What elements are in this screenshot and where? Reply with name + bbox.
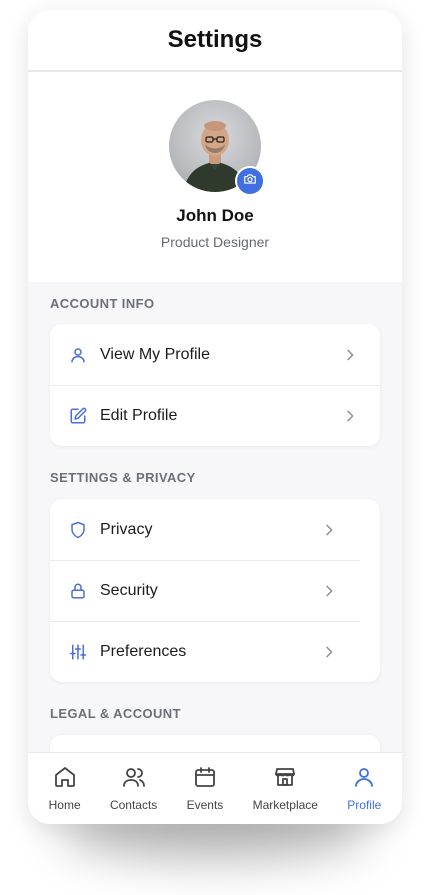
profile-card: John Doe Product Designer [28,72,402,282]
header: Settings [28,10,402,72]
contacts-icon [122,765,146,794]
user-icon [68,345,88,365]
store-icon [273,765,297,794]
preferences-label: Preferences [100,642,187,660]
page-title: Settings [167,26,263,53]
home-icon [53,765,77,794]
tab-home-label: Home [48,798,81,812]
privacy-item[interactable]: Privacy [50,499,380,560]
settings-privacy-card: Privacy Security Preferences [50,499,380,682]
edit-icon [68,406,88,426]
security-label: Security [100,581,158,599]
preferences-item[interactable]: Preferences [50,621,380,682]
section-title-settings-privacy: SETTINGS & PRIVACY [50,470,196,485]
account-info-card: View My Profile Edit Profile [50,324,380,446]
view-my-profile-label: View My Profile [100,345,210,363]
lock-icon [68,581,88,601]
user-role: Product Designer [160,234,270,250]
shield-icon [68,520,88,540]
tab-profile-label: Profile [347,798,382,812]
chevron-right-icon [321,522,337,543]
tab-marketplace[interactable]: Marketplace [253,765,318,812]
tab-contacts-label: Contacts [109,798,158,812]
section-title-account-info: ACCOUNT INFO [50,296,155,311]
edit-profile-label: Edit Profile [100,407,178,424]
user-name: John Doe [176,206,254,225]
camera-icon [243,172,257,191]
chevron-right-icon [321,583,337,604]
tab-marketplace-label: Marketplace [252,798,318,812]
user-icon [352,765,376,794]
security-item[interactable]: Security [50,560,380,621]
chevron-right-icon [342,347,358,368]
chevron-right-icon [342,408,358,429]
bottom-tab-bar: Home Contacts Events Marketplace Profile [28,752,402,824]
section-title-legal-account: LEGAL & ACCOUNT [50,706,181,721]
sliders-icon [68,642,88,662]
chevron-right-icon [321,644,337,665]
tab-events-label: Events [186,798,224,812]
tab-home[interactable]: Home [49,765,81,812]
view-my-profile-item[interactable]: View My Profile [50,324,380,385]
change-photo-button[interactable] [235,166,265,196]
calendar-icon [193,765,217,794]
tab-profile[interactable]: Profile [347,765,381,812]
privacy-label: Privacy [100,520,153,538]
edit-profile-item[interactable]: Edit Profile [50,385,380,446]
phone-screen: Settings John Doe Product Designer ACCOU… [28,10,402,824]
avatar-wrapper [169,100,265,196]
tab-contacts[interactable]: Contacts [110,765,157,812]
tab-events[interactable]: Events [186,765,224,812]
